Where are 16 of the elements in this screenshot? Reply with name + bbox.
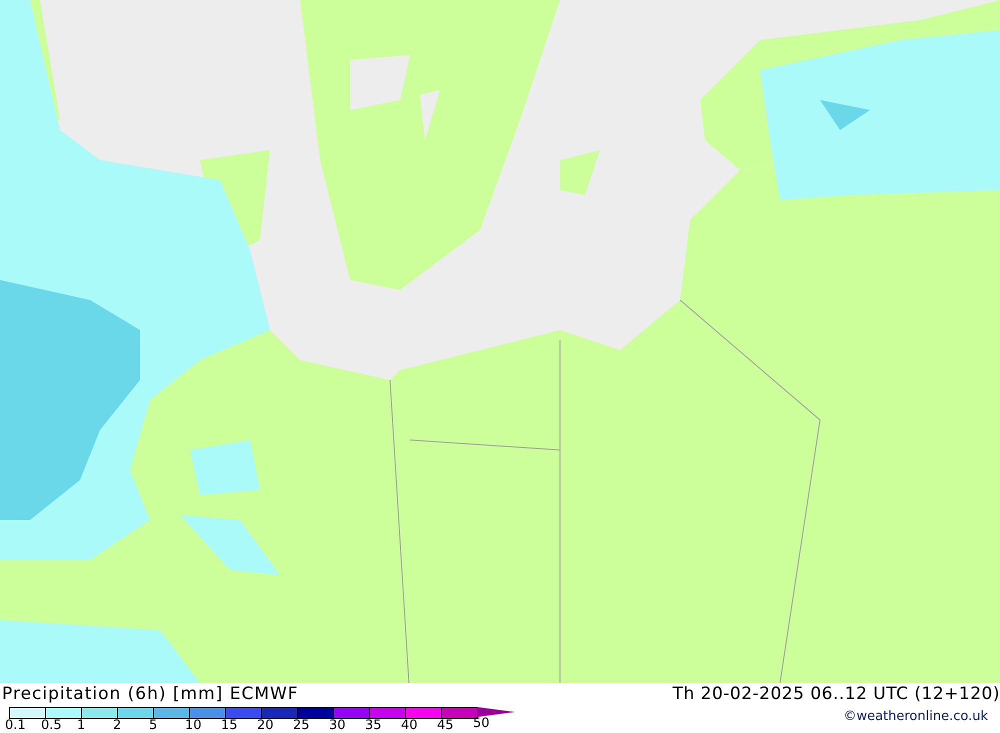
legend-label: 35 [365, 719, 382, 733]
legend-label: 15 [221, 719, 238, 733]
legend-label: 30 [329, 719, 346, 733]
legend-label: 20 [257, 719, 274, 733]
map-title: Precipitation (6h) [mm] ECMWF [2, 683, 300, 705]
legend-label: 0.1 [5, 719, 26, 733]
legend-label: 40 [401, 719, 418, 733]
legend-label: 25 [293, 719, 310, 733]
credit-link[interactable]: ©weatheronline.co.uk [843, 709, 988, 724]
legend-label: 45 [437, 719, 454, 733]
legend-label: 5 [149, 719, 158, 733]
legend-label: 10 [185, 719, 202, 733]
legend-label: 2 [113, 719, 122, 733]
legend-label: 0.5 [41, 719, 62, 733]
legend-label: 1 [77, 719, 86, 733]
valid-time: Th 20-02-2025 06..12 UTC (12+120) [672, 683, 1000, 705]
